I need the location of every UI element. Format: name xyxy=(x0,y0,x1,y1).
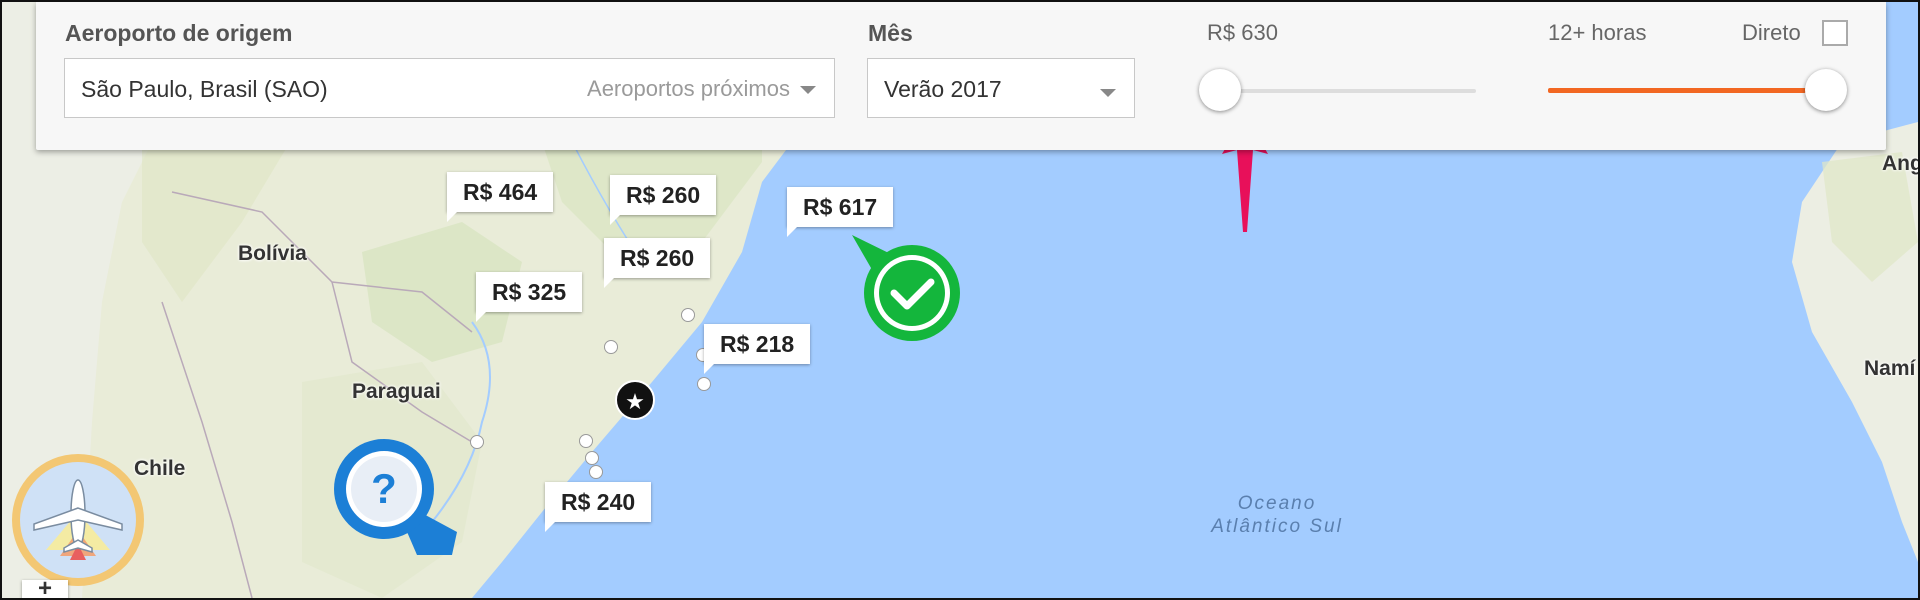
origin-value: São Paulo, Brasil (SAO) xyxy=(81,76,328,102)
origin-star-icon[interactable]: ★ xyxy=(615,380,655,420)
country-label-namibia: Namí xyxy=(1864,357,1916,380)
country-label-angola: Ang xyxy=(1882,152,1920,175)
map-view[interactable]: Bolívia Paraguai Chile Ang Namí Oceano A… xyxy=(0,0,1920,600)
price-tag[interactable]: R$ 260 xyxy=(610,175,717,225)
destination-dot[interactable] xyxy=(470,435,484,449)
airplane-icon[interactable] xyxy=(10,452,150,592)
price-tag[interactable]: R$ 218 xyxy=(704,324,811,374)
destination-dot[interactable] xyxy=(579,434,593,448)
price-tag[interactable]: R$ 260 xyxy=(604,238,711,288)
origin-field[interactable]: São Paulo, Brasil (SAO) Aeroportos próxi… xyxy=(64,58,835,118)
price-tag[interactable]: R$ 617 xyxy=(787,187,894,237)
duration-slider-handle[interactable] xyxy=(1805,69,1847,111)
destination-dot[interactable] xyxy=(604,340,618,354)
destination-dot[interactable] xyxy=(585,451,599,465)
country-label-bolivia: Bolívia xyxy=(238,242,307,265)
direct-checkbox[interactable] xyxy=(1822,20,1848,46)
country-label-paraguay: Paraguai xyxy=(352,380,441,403)
nearby-airports-link[interactable]: Aeroportos próximos xyxy=(587,76,790,102)
zoom-in-button[interactable]: + xyxy=(22,577,68,598)
check-icon[interactable] xyxy=(842,227,972,352)
price-tag[interactable]: R$ 464 xyxy=(447,172,554,222)
svg-text:?: ? xyxy=(371,465,397,512)
duration-label: 12+ horas xyxy=(1548,20,1647,45)
chevron-down-icon[interactable] xyxy=(800,86,816,94)
month-value: Verão 2017 xyxy=(884,76,1002,102)
chevron-down-icon[interactable] xyxy=(1100,89,1116,97)
question-icon[interactable]: ? xyxy=(332,437,462,567)
filter-panel: Aeroporto de origem São Paulo, Brasil (S… xyxy=(36,2,1886,150)
ocean-label-line2: Atlântico Sul xyxy=(1211,516,1343,537)
price-tag[interactable]: R$ 325 xyxy=(476,272,583,322)
destination-dot[interactable] xyxy=(589,465,603,479)
direct-label: Direto xyxy=(1742,20,1801,45)
origin-label: Aeroporto de origem xyxy=(65,20,293,46)
price-label: R$ 630 xyxy=(1207,20,1278,45)
price-tag[interactable]: R$ 240 xyxy=(545,482,652,532)
destination-dot[interactable] xyxy=(697,377,711,391)
price-slider-handle[interactable] xyxy=(1199,69,1241,111)
ocean-label: Oceano Atlântico Sul xyxy=(1177,492,1377,538)
month-select[interactable]: Verão 2017 xyxy=(867,58,1135,118)
duration-slider-fill[interactable] xyxy=(1548,88,1806,93)
destination-dot[interactable] xyxy=(681,308,695,322)
month-label: Mês xyxy=(868,20,913,46)
price-slider-track[interactable] xyxy=(1206,89,1476,93)
ocean-label-line1: Oceano xyxy=(1237,493,1317,514)
